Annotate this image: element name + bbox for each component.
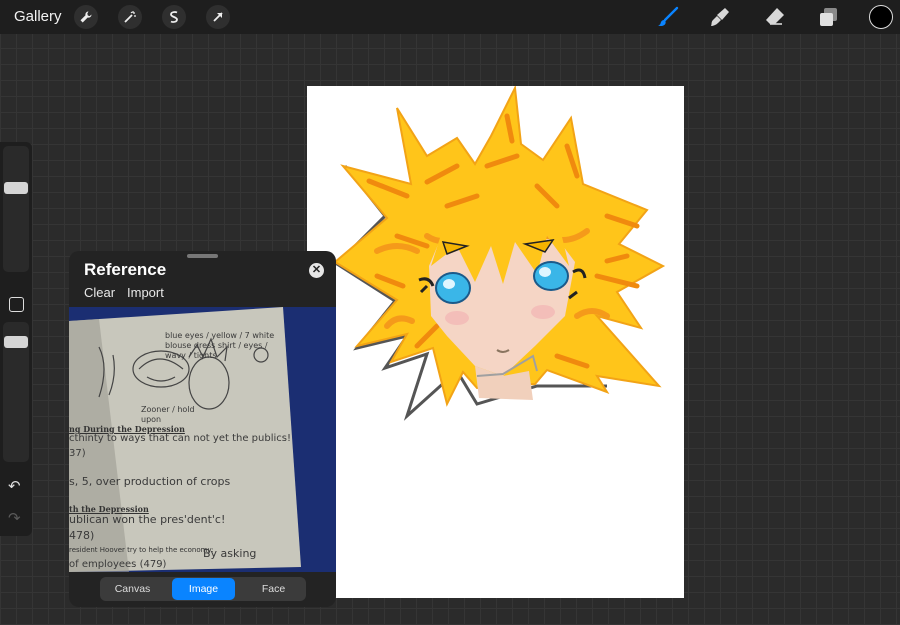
modify-button[interactable] [9,297,24,312]
selection-icon[interactable] [162,5,186,29]
magic-wand-icon[interactable] [118,5,142,29]
photo-top-notes: blue eyes / yellow / 7 white blouse dres… [165,331,275,360]
photo-line-4: ublican won the pres'dent'c! [69,513,226,526]
opacity-slider[interactable] [3,322,29,462]
gallery-button[interactable]: Gallery [14,8,62,25]
redo-icon[interactable]: ↷ [8,509,21,527]
clear-button[interactable]: Clear [84,285,115,300]
reference-title: Reference [84,260,167,279]
reference-panel[interactable]: Reference ✕ Clear Import blue eyes / yel… [69,251,336,607]
smudge-icon[interactable] [708,4,734,30]
undo-icon[interactable]: ↶ [8,477,21,495]
eraser-icon[interactable] [762,4,788,30]
tab-face[interactable]: Face [242,578,305,600]
brush-size-slider[interactable] [3,146,29,272]
transform-arrow-icon[interactable] [206,5,230,29]
layers-icon[interactable] [815,4,841,30]
opacity-thumb[interactable] [4,336,28,348]
import-button[interactable]: Import [127,285,164,300]
photo-line-2: 37) [69,448,86,459]
photo-line-5: 478) [69,529,95,542]
color-picker-swatch[interactable] [869,5,893,29]
photo-line-8: of employees (479) [69,559,167,570]
close-icon[interactable]: ✕ [309,263,324,278]
photo-zip-note: Zooner / hold upon [141,405,195,424]
photo-line-3: s, 5, over production of crops [69,475,231,488]
top-toolbar: Gallery [0,0,900,34]
drawing-canvas[interactable] [307,84,684,598]
reference-image: blue eyes / yellow / 7 white blouse dres… [69,307,336,572]
reference-mode-segmented-control: Canvas Image Face [100,577,306,601]
brush-size-thumb[interactable] [4,182,28,194]
tab-image[interactable]: Image [172,578,235,600]
anime-character-drawing [333,84,666,421]
photo-line-7: By asking [203,547,257,560]
left-sidebar: ↶ ↷ [0,142,32,536]
photo-line-6: resident Hoover try to help the economy: [69,546,214,554]
photo-line-1: cthinty to ways that can not yet the pub… [69,433,291,444]
panel-drag-handle[interactable] [187,254,218,258]
wrench-icon[interactable] [74,5,98,29]
brush-icon[interactable] [655,4,681,30]
tab-canvas[interactable]: Canvas [101,578,164,600]
